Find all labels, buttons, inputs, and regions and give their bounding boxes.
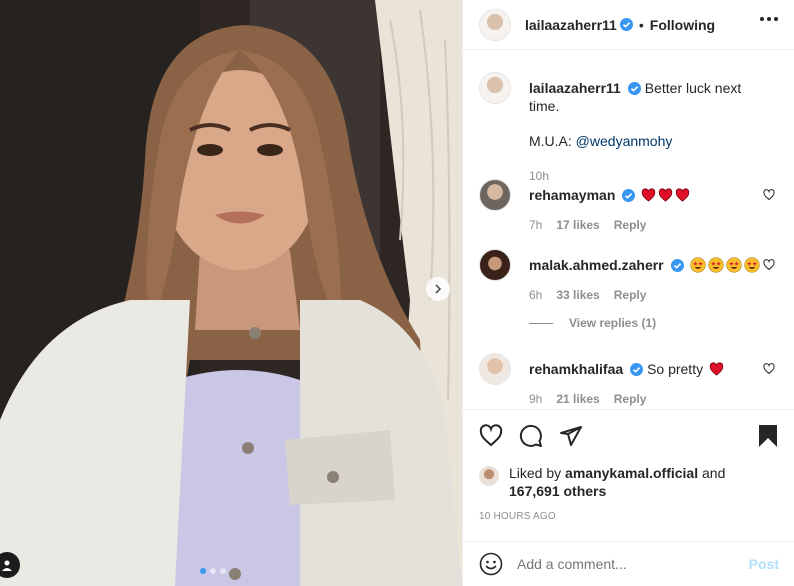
- comment-username[interactable]: rehamkhalifaa: [529, 361, 623, 377]
- comment-icon[interactable]: [519, 424, 543, 448]
- comment-reply-button[interactable]: Reply: [614, 390, 647, 408]
- heart-icon[interactable]: [479, 424, 503, 448]
- liked-by-user[interactable]: amanykamal.official: [565, 465, 698, 481]
- caption-credit-label: M.U.A:: [529, 133, 572, 149]
- following-button[interactable]: Following: [650, 17, 715, 33]
- verified-icon: [619, 18, 633, 31]
- star-struck-emoji: [707, 257, 724, 273]
- caption-username[interactable]: lailaazaherr11: [529, 80, 621, 96]
- verified-icon: [630, 363, 644, 376]
- comment-reply-button[interactable]: Reply: [614, 286, 647, 304]
- verified-icon: [622, 189, 636, 202]
- comment-time[interactable]: 7h: [529, 216, 542, 234]
- emoji-icon[interactable]: [479, 552, 503, 576]
- user-tag-icon: [2, 560, 12, 571]
- liked-by: Liked by amanykamal.official and 167,691…: [479, 464, 725, 500]
- next-photo-button[interactable]: [426, 277, 450, 301]
- view-replies-button[interactable]: View replies (1): [529, 316, 656, 330]
- liked-by-conj: and: [702, 465, 726, 481]
- comment-username[interactable]: malak.ahmed.zaherr: [529, 257, 664, 273]
- caption-mention-link[interactable]: @wedyanmohy: [576, 133, 673, 149]
- comment-time[interactable]: 6h: [529, 286, 542, 304]
- star-struck-emoji: [725, 257, 742, 273]
- caption-time[interactable]: 10h: [529, 167, 549, 185]
- replies-divider: [529, 322, 553, 324]
- carousel-dot: [220, 568, 226, 574]
- commenter-avatar[interactable]: [479, 249, 511, 281]
- carousel-dot: [200, 568, 206, 574]
- red-heart-emoji: [676, 188, 690, 202]
- comment-time[interactable]: 9h: [529, 390, 542, 408]
- post-photo[interactable]: [0, 0, 462, 586]
- comment-text: So pretty: [647, 361, 704, 377]
- bookmark-icon[interactable]: [757, 424, 779, 448]
- red-heart-emoji: [642, 188, 656, 202]
- post-actions: Liked by amanykamal.official and 167,691…: [463, 409, 794, 554]
- post-comment-button[interactable]: Post: [749, 556, 779, 572]
- like-comment-heart-icon[interactable]: [763, 259, 775, 271]
- carousel-indicator: [200, 568, 226, 574]
- comment-input[interactable]: [517, 556, 749, 572]
- like-comment-heart-icon[interactable]: [763, 363, 775, 375]
- post-details-panel: lailaazaherr11 • Following lailaazaherr1…: [462, 0, 794, 586]
- commenter-avatar[interactable]: [479, 179, 511, 211]
- commenter-avatar[interactable]: [479, 353, 511, 385]
- carousel-dot: [210, 568, 216, 574]
- comment-likes[interactable]: 33 likes: [556, 286, 599, 304]
- comment-likes[interactable]: 17 likes: [556, 216, 599, 234]
- comment-reply-button[interactable]: Reply: [614, 216, 647, 234]
- view-replies-label: View replies (1): [569, 316, 657, 330]
- verified-icon: [627, 82, 641, 95]
- liked-by-prefix: Liked by: [509, 465, 562, 481]
- star-struck-emoji: [743, 257, 760, 273]
- comment-username[interactable]: rehamayman: [529, 187, 615, 203]
- verified-icon: [670, 259, 684, 272]
- post-header: lailaazaherr11 • Following: [463, 0, 794, 50]
- comments-list: lailaazaherr11 Better luck next time. M.…: [463, 51, 794, 408]
- star-struck-emoji: [689, 257, 706, 273]
- author-username[interactable]: lailaazaherr11: [525, 17, 617, 33]
- comment-emojis: [688, 257, 760, 273]
- liker-avatar[interactable]: [479, 466, 499, 486]
- more-options-icon[interactable]: [760, 17, 778, 21]
- add-comment-bar: Post: [463, 541, 794, 586]
- comment-emojis: [639, 187, 690, 203]
- red-heart-emoji: [709, 362, 724, 376]
- liked-by-others[interactable]: 167,691 others: [509, 483, 606, 499]
- post-timestamp[interactable]: 10 HOURS AGO: [479, 511, 556, 522]
- comment-likes[interactable]: 21 likes: [556, 390, 599, 408]
- share-icon[interactable]: [559, 424, 583, 448]
- comment-emojis: [707, 361, 724, 377]
- next-icon: [435, 284, 442, 294]
- like-comment-heart-icon[interactable]: [763, 189, 775, 201]
- author-avatar[interactable]: [479, 72, 511, 104]
- photo-image: [0, 0, 462, 586]
- red-heart-emoji: [659, 188, 673, 202]
- author-avatar[interactable]: [479, 8, 511, 41]
- separator-bullet: •: [638, 16, 644, 33]
